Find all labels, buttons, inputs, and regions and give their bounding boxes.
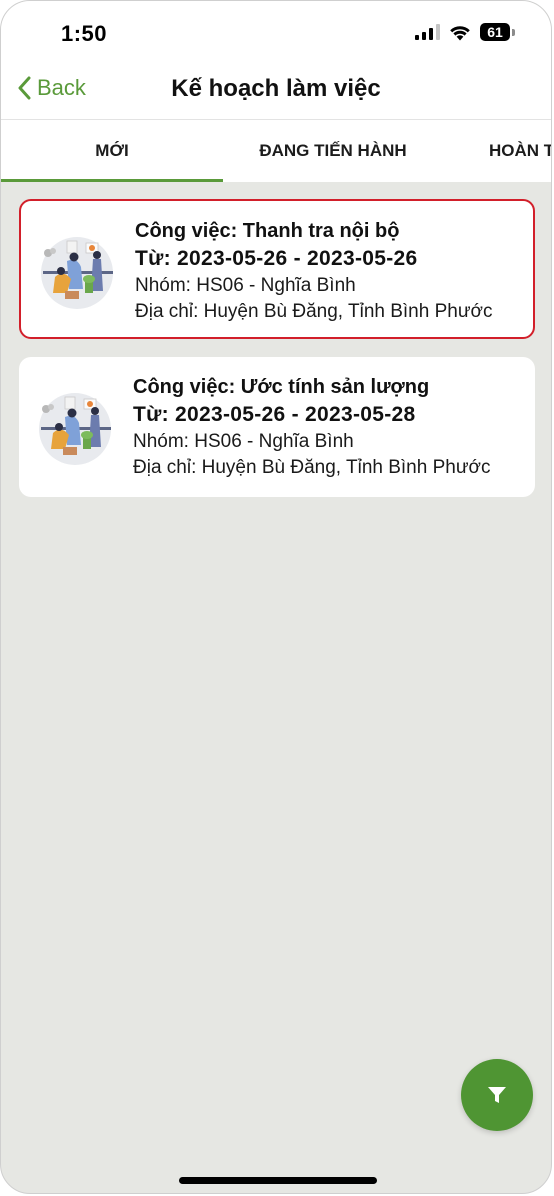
- filter-button[interactable]: [461, 1059, 533, 1131]
- cellular-signal-icon: [415, 24, 440, 40]
- wifi-icon: [450, 26, 470, 41]
- tab-bar: MỚI ĐANG TIẾN HÀNH HOÀN T: [1, 119, 551, 182]
- team-meeting-illustration-icon: [39, 393, 111, 465]
- task-title: Công việc: Ước tính sản lượng: [133, 376, 430, 398]
- task-details: Công việc: Ước tính sản lượng Từ: 2023-0…: [133, 373, 531, 481]
- task-address: Địa chỉ: Huyện Bù Đăng, Tỉnh Bình Phước: [133, 457, 491, 478]
- battery-icon: 61: [480, 23, 510, 41]
- task-address: Địa chỉ: Huyện Bù Đăng, Tỉnh Bình Phước: [135, 301, 493, 322]
- task-group: Nhóm: HS06 - Nghĩa Bình: [135, 275, 356, 296]
- task-title: Công việc: Thanh tra nội bộ: [135, 220, 400, 242]
- task-dates: Từ: 2023-05-26 - 2023-05-26: [135, 247, 418, 270]
- status-bar: 1:50 61: [1, 1, 551, 63]
- tab-completed[interactable]: HOÀN T: [489, 120, 551, 182]
- task-card[interactable]: Công việc: Ước tính sản lượng Từ: 2023-0…: [19, 357, 535, 497]
- filter-icon: [488, 1087, 506, 1103]
- task-card[interactable]: Công việc: Thanh tra nội bộ Từ: 2023-05-…: [19, 199, 535, 339]
- app-screen: 1:50 61 Back Kế hoạch làm việc MỚI ĐANG …: [0, 0, 552, 1194]
- navigation-bar: Back Kế hoạch làm việc: [1, 63, 551, 119]
- home-indicator: [179, 1177, 377, 1184]
- tab-in-progress[interactable]: ĐANG TIẾN HÀNH: [223, 120, 443, 182]
- active-tab-indicator: [1, 179, 223, 182]
- status-time: 1:50: [61, 21, 108, 46]
- tab-new[interactable]: MỚI: [1, 120, 223, 182]
- team-meeting-illustration-icon: [41, 237, 113, 309]
- status-icons: 61: [415, 23, 515, 41]
- page-title: Kế hoạch làm việc: [171, 75, 381, 102]
- task-details: Công việc: Thanh tra nội bộ Từ: 2023-05-…: [135, 217, 529, 325]
- task-group: Nhóm: HS06 - Nghĩa Bình: [133, 431, 354, 452]
- header-area: 1:50 61 Back Kế hoạch làm việc MỚI ĐANG …: [1, 1, 551, 182]
- task-dates: Từ: 2023-05-26 - 2023-05-28: [133, 403, 416, 426]
- battery-cap: [512, 28, 515, 36]
